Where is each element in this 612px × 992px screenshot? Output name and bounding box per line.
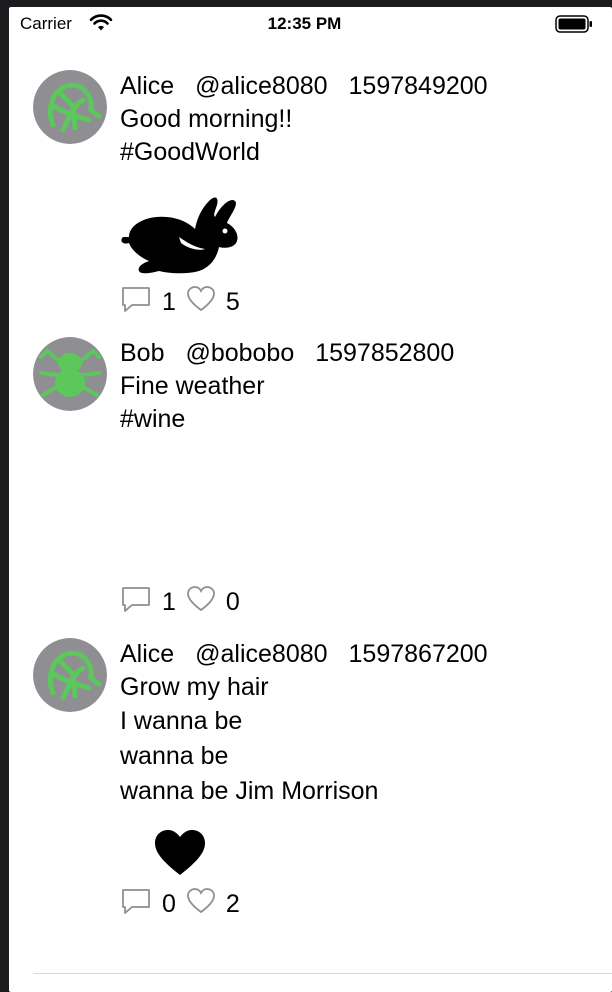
status-bar: Carrier 12:35 PM: [9, 7, 612, 43]
post-text-line: I wanna be: [120, 707, 243, 735]
reply-count: 0: [162, 889, 176, 918]
reply-count: 1: [162, 287, 176, 316]
post-text-line: wanna be: [120, 742, 229, 770]
like-count: 0: [225, 587, 240, 616]
post-header: Alice @alice8080 1597849200: [120, 72, 488, 101]
user-avatar[interactable]: [33, 337, 107, 411]
like-count: 2: [225, 889, 240, 918]
post-timestamp: 1597867200: [348, 640, 488, 668]
turtle-avatar-icon: [33, 70, 107, 144]
post-header: Bob @bobobo 1597852800: [120, 339, 454, 368]
like-icon[interactable]: [186, 285, 216, 320]
author-handle[interactable]: @alice8080: [195, 640, 327, 668]
post-text-line: Grow my hair: [120, 673, 269, 701]
author-handle[interactable]: @alice8080: [195, 72, 327, 100]
heart-icon[interactable]: [154, 829, 206, 882]
hashtag-link[interactable]: #wine: [120, 405, 185, 434]
post-actions: 1 5: [120, 285, 250, 316]
author-name[interactable]: Bob: [120, 339, 164, 367]
battery-icon: [555, 15, 593, 38]
post-header: Alice @alice8080 1597867200: [120, 640, 488, 669]
hashtag-link[interactable]: #GoodWorld: [120, 138, 260, 167]
user-avatar[interactable]: [33, 638, 107, 712]
reply-icon[interactable]: [120, 887, 152, 922]
status-time: 12:35 PM: [267, 14, 342, 33]
like-count: 5: [225, 287, 240, 316]
post-text-line: Fine weather: [120, 372, 265, 400]
spider-avatar-icon: [33, 337, 107, 411]
author-name[interactable]: Alice: [120, 72, 174, 100]
post-text-line: wanna be Jim Morrison: [120, 777, 379, 805]
turtle-avatar-icon: [33, 638, 107, 712]
reply-icon[interactable]: [120, 285, 152, 320]
list-divider: [33, 973, 612, 974]
user-avatar[interactable]: [33, 70, 107, 144]
post-text-line: Good morning!!: [120, 105, 293, 133]
like-icon[interactable]: [186, 887, 216, 922]
author-handle[interactable]: @bobobo: [185, 339, 294, 367]
post-timestamp: 1597852800: [315, 339, 455, 367]
like-icon[interactable]: [186, 585, 216, 620]
post-actions: 0 2: [120, 887, 250, 918]
reply-icon[interactable]: [120, 585, 152, 620]
post-actions: 1 0: [120, 585, 250, 616]
author-name[interactable]: Alice: [120, 640, 174, 668]
reply-count: 1: [162, 587, 176, 616]
app-screen: Carrier 12:35 PM Alice @alice8080 159784…: [9, 7, 612, 992]
post-timestamp: 1597849200: [348, 72, 488, 100]
rabbit-icon[interactable]: [119, 187, 241, 280]
